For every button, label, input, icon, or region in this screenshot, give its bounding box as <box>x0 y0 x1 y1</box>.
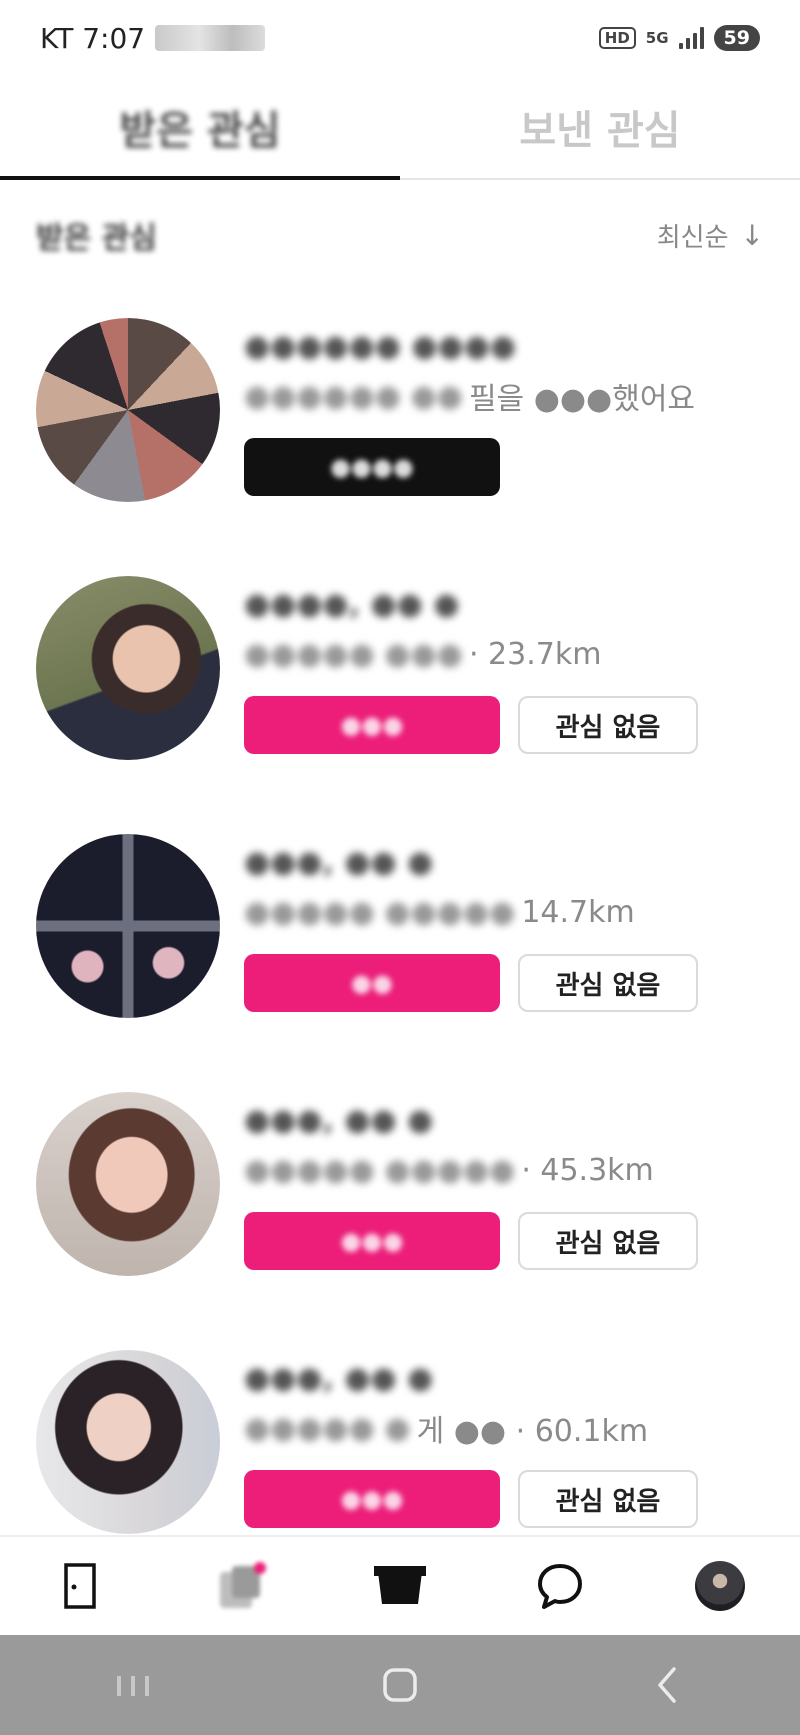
not-interested-button[interactable]: 관심 없음 <box>518 954 698 1012</box>
avatar[interactable] <box>36 1092 220 1276</box>
sort-label: 최신순 <box>656 222 729 253</box>
tab-sent-label: 보낸 관심 <box>519 108 681 154</box>
recent-apps-icon <box>117 1676 150 1696</box>
distance-label: · 45.3km <box>521 1152 654 1188</box>
chat-bubble-icon <box>538 1564 582 1609</box>
accept-interest-button[interactable]: ●●● <box>244 696 500 754</box>
user-subtitle: ●●●●● ● 게 ●● · 60.1km <box>244 1408 760 1450</box>
signal-icon <box>678 27 704 49</box>
status-icons: HD 5G 59 <box>598 25 760 51</box>
accept-interest-button[interactable]: ●●● <box>244 1212 500 1270</box>
not-interested-button[interactable]: 관심 없음 <box>518 696 698 754</box>
battery-indicator: 59 <box>713 25 760 51</box>
user-name: ●●●, ●● ● <box>244 1360 434 1396</box>
carrier-label: KT 7:07 <box>40 21 146 55</box>
avatar[interactable] <box>36 576 220 760</box>
user-name: ●●●, ●● ● <box>244 844 434 880</box>
user-name: ●●●●●● ●●●● <box>244 328 517 364</box>
avatar[interactable] <box>36 834 220 1018</box>
nav-chat[interactable] <box>520 1546 600 1626</box>
back-button[interactable] <box>627 1645 707 1725</box>
user-name: ●●●, ●● ● <box>244 1102 434 1138</box>
back-icon <box>657 1667 676 1703</box>
box-icon <box>374 1566 426 1604</box>
nav-cards[interactable] <box>200 1546 280 1626</box>
user-subtitle: ●●●●●● ●● 필을 ●●●했어요 <box>244 378 696 418</box>
status-bar: KT 7:07 HD 5G 59 <box>0 0 800 76</box>
user-subtitle: ●●●●● ●●●●● 14.7km <box>244 894 635 930</box>
avatar[interactable] <box>36 318 220 502</box>
door-icon <box>64 1563 96 1609</box>
interest-tabs: 받은 관심 보낸 관심 <box>0 76 800 180</box>
sort-button[interactable]: 최신순 ↓ <box>657 217 764 254</box>
tab-sent-interest[interactable]: 보낸 관심 <box>400 76 800 178</box>
list-item[interactable]: ●●●, ●● ● ●●●●● ● 게 ●● · 60.1km ●●● 관심 없… <box>0 1322 800 1535</box>
distance-label: · 23.7km <box>468 636 602 672</box>
nav-box[interactable] <box>360 1546 440 1626</box>
home-button[interactable] <box>360 1645 440 1725</box>
not-interested-button[interactable]: 관심 없음 <box>518 1470 698 1528</box>
recent-apps-button[interactable] <box>93 1645 173 1725</box>
user-subtitle: ●●●●● ●●● · 23.7km <box>244 636 602 672</box>
profile-avatar <box>695 1561 745 1611</box>
list-item[interactable]: ●●●●, ●● ● ●●●●● ●●● · 23.7km ●●● 관심 없음 <box>0 548 800 806</box>
bottom-nav <box>0 1535 800 1635</box>
arrow-down-icon: ↓ <box>740 218 764 252</box>
carrier-time: KT 7:07 <box>40 21 266 55</box>
list-header: 받은 관심 최신순 ↓ <box>0 200 800 270</box>
nav-profile[interactable] <box>680 1546 760 1626</box>
user-subtitle: ●●●●● ●●●●● · 45.3km <box>244 1152 654 1188</box>
list-title: 받은 관심 <box>36 221 157 256</box>
tab-received-label: 받은 관심 <box>119 108 281 154</box>
list-item[interactable]: ●●●, ●● ● ●●●●● ●●●●● 14.7km ●● 관심 없음 <box>0 806 800 1064</box>
5g-icon: 5G <box>645 28 669 47</box>
user-name: ●●●●, ●● ● <box>244 586 460 622</box>
interest-list: ●●●●●● ●●●● ●●●●●● ●● 필을 ●●●했어요 ●●●● ●●●… <box>0 290 800 1535</box>
accept-interest-button[interactable]: ●●● <box>244 1470 500 1528</box>
hd-voice-icon: HD <box>598 27 636 49</box>
view-profile-button[interactable]: ●●●● <box>244 438 500 496</box>
avatar[interactable] <box>36 1350 220 1534</box>
accept-interest-button[interactable]: ●● <box>244 954 500 1012</box>
distance-label: 게 ●● · 60.1km <box>416 1414 649 1449</box>
tab-received-interest[interactable]: 받은 관심 <box>0 76 400 180</box>
home-icon <box>383 1668 417 1702</box>
not-interested-button[interactable]: 관심 없음 <box>518 1212 698 1270</box>
status-notification-icons <box>155 25 266 51</box>
list-item[interactable]: ●●●, ●● ● ●●●●● ●●●●● · 45.3km ●●● 관심 없음 <box>0 1064 800 1322</box>
nav-home[interactable] <box>40 1546 120 1626</box>
cards-icon <box>220 1562 266 1608</box>
list-item[interactable]: ●●●●●● ●●●● ●●●●●● ●● 필을 ●●●했어요 ●●●● <box>0 290 800 548</box>
system-navigation-bar <box>0 1635 800 1735</box>
distance-label: 14.7km <box>521 894 635 930</box>
